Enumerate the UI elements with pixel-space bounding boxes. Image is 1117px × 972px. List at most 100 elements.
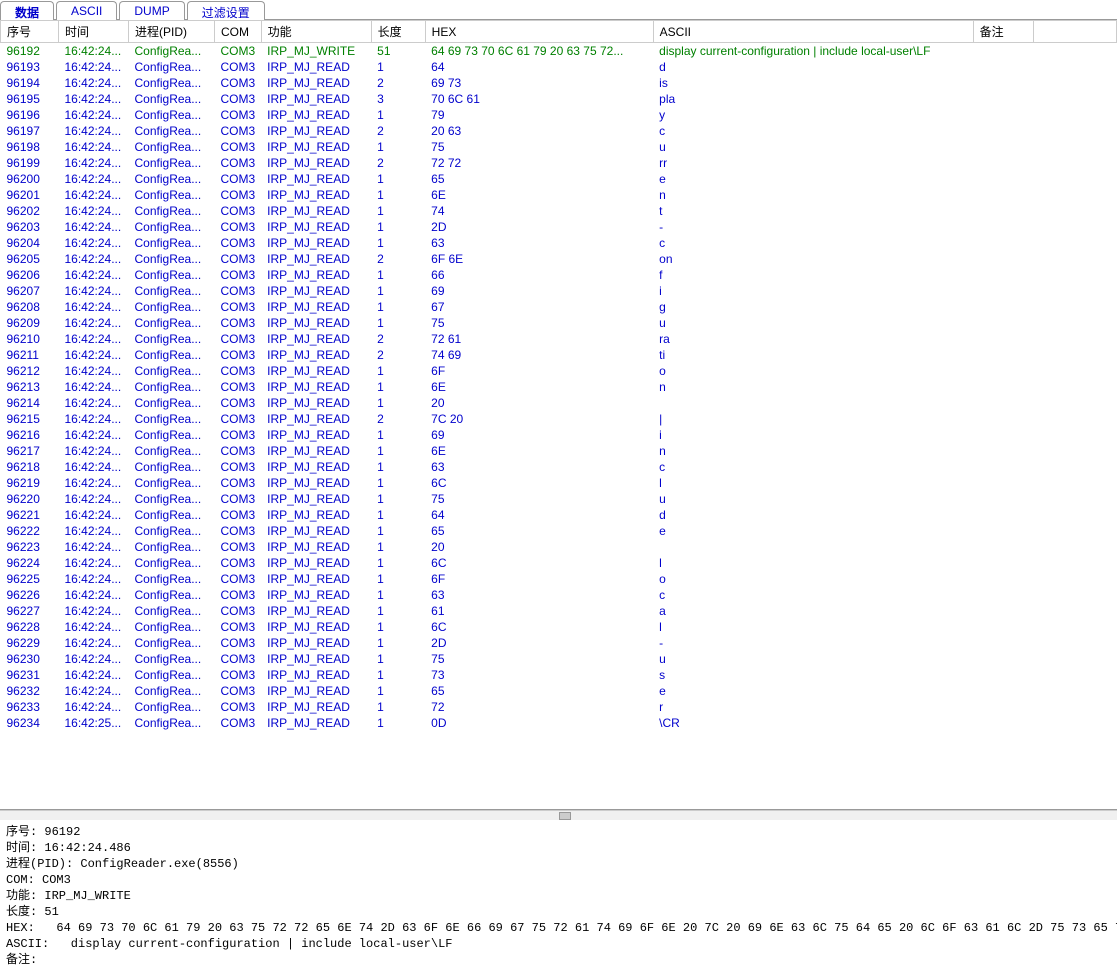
cell-remark bbox=[973, 683, 1033, 699]
cell-com: COM3 bbox=[215, 443, 262, 459]
table-row[interactable]: 9620316:42:24...ConfigRea...COM3IRP_MJ_R… bbox=[1, 219, 1117, 235]
table-row[interactable]: 9619816:42:24...ConfigRea...COM3IRP_MJ_R… bbox=[1, 139, 1117, 155]
cell-time: 16:42:24... bbox=[59, 235, 129, 251]
cell-len: 51 bbox=[371, 43, 425, 60]
table-row[interactable]: 9622516:42:24...ConfigRea...COM3IRP_MJ_R… bbox=[1, 571, 1117, 587]
tab-3[interactable]: 过滤设置 bbox=[187, 1, 265, 20]
cell-com: COM3 bbox=[215, 715, 262, 731]
col-com[interactable]: COM bbox=[215, 21, 262, 43]
cell-spacer bbox=[1033, 379, 1116, 395]
cell-func: IRP_MJ_READ bbox=[261, 603, 371, 619]
table-row[interactable]: 9620816:42:24...ConfigRea...COM3IRP_MJ_R… bbox=[1, 299, 1117, 315]
cell-ascii: n bbox=[653, 443, 973, 459]
cell-hex: 61 bbox=[425, 603, 653, 619]
table-row[interactable]: 9621716:42:24...ConfigRea...COM3IRP_MJ_R… bbox=[1, 443, 1117, 459]
table-row[interactable]: 9621416:42:24...ConfigRea...COM3IRP_MJ_R… bbox=[1, 395, 1117, 411]
table-row[interactable]: 9619516:42:24...ConfigRea...COM3IRP_MJ_R… bbox=[1, 91, 1117, 107]
table-row[interactable]: 9622616:42:24...ConfigRea...COM3IRP_MJ_R… bbox=[1, 587, 1117, 603]
table-row[interactable]: 9620416:42:24...ConfigRea...COM3IRP_MJ_R… bbox=[1, 235, 1117, 251]
table-row[interactable]: 9622916:42:24...ConfigRea...COM3IRP_MJ_R… bbox=[1, 635, 1117, 651]
cell-ascii: c bbox=[653, 123, 973, 139]
col-remark[interactable]: 备注 bbox=[973, 21, 1033, 43]
cell-hex: 63 bbox=[425, 459, 653, 475]
table-row[interactable]: 9622216:42:24...ConfigRea...COM3IRP_MJ_R… bbox=[1, 523, 1117, 539]
table-row[interactable]: 9620616:42:24...ConfigRea...COM3IRP_MJ_R… bbox=[1, 267, 1117, 283]
cell-ascii: n bbox=[653, 187, 973, 203]
scrollbar-thumb[interactable] bbox=[559, 812, 571, 820]
cell-spacer bbox=[1033, 491, 1116, 507]
col-ascii[interactable]: ASCII bbox=[653, 21, 973, 43]
table-row[interactable]: 9621516:42:24...ConfigRea...COM3IRP_MJ_R… bbox=[1, 411, 1117, 427]
tab-1[interactable]: ASCII bbox=[56, 1, 117, 20]
cell-len: 1 bbox=[371, 171, 425, 187]
table-row[interactable]: 9623216:42:24...ConfigRea...COM3IRP_MJ_R… bbox=[1, 683, 1117, 699]
cell-spacer bbox=[1033, 203, 1116, 219]
cell-ascii: r bbox=[653, 699, 973, 715]
table-row[interactable]: 9621216:42:24...ConfigRea...COM3IRP_MJ_R… bbox=[1, 363, 1117, 379]
table-row[interactable]: 9623316:42:24...ConfigRea...COM3IRP_MJ_R… bbox=[1, 699, 1117, 715]
cell-spacer bbox=[1033, 107, 1116, 123]
cell-time: 16:42:24... bbox=[59, 667, 129, 683]
cell-len: 1 bbox=[371, 299, 425, 315]
table-row[interactable]: 9621016:42:24...ConfigRea...COM3IRP_MJ_R… bbox=[1, 331, 1117, 347]
cell-hex: 2D bbox=[425, 219, 653, 235]
table-row[interactable]: 9620016:42:24...ConfigRea...COM3IRP_MJ_R… bbox=[1, 171, 1117, 187]
col-seq[interactable]: 序号 bbox=[1, 21, 59, 43]
table-row[interactable]: 9620916:42:24...ConfigRea...COM3IRP_MJ_R… bbox=[1, 315, 1117, 331]
cell-com: COM3 bbox=[215, 123, 262, 139]
col-len[interactable]: 长度 bbox=[371, 21, 425, 43]
cell-remark bbox=[973, 459, 1033, 475]
cell-hex: 69 bbox=[425, 427, 653, 443]
table-row[interactable]: 9622416:42:24...ConfigRea...COM3IRP_MJ_R… bbox=[1, 555, 1117, 571]
cell-hex: 75 bbox=[425, 315, 653, 331]
col-func[interactable]: 功能 bbox=[261, 21, 371, 43]
cell-spacer bbox=[1033, 443, 1116, 459]
table-row[interactable]: 9623116:42:24...ConfigRea...COM3IRP_MJ_R… bbox=[1, 667, 1117, 683]
table-row[interactable]: 9619216:42:24...ConfigRea...COM3IRP_MJ_W… bbox=[1, 43, 1117, 60]
cell-seq: 96195 bbox=[1, 91, 59, 107]
col-time[interactable]: 时间 bbox=[59, 21, 129, 43]
table-row[interactable]: 9621616:42:24...ConfigRea...COM3IRP_MJ_R… bbox=[1, 427, 1117, 443]
table-row[interactable]: 9622816:42:24...ConfigRea...COM3IRP_MJ_R… bbox=[1, 619, 1117, 635]
cell-func: IRP_MJ_READ bbox=[261, 491, 371, 507]
table-row[interactable]: 9623016:42:24...ConfigRea...COM3IRP_MJ_R… bbox=[1, 651, 1117, 667]
cell-len: 1 bbox=[371, 715, 425, 731]
col-proc[interactable]: 进程(PID) bbox=[129, 21, 215, 43]
table-row[interactable]: 9621116:42:24...ConfigRea...COM3IRP_MJ_R… bbox=[1, 347, 1117, 363]
data-table-wrap[interactable]: 序号 时间 进程(PID) COM 功能 长度 HEX ASCII 备注 961… bbox=[0, 20, 1117, 810]
col-hex[interactable]: HEX bbox=[425, 21, 653, 43]
cell-proc: ConfigRea... bbox=[129, 459, 215, 475]
cell-func: IRP_MJ_READ bbox=[261, 283, 371, 299]
table-row[interactable]: 9620116:42:24...ConfigRea...COM3IRP_MJ_R… bbox=[1, 187, 1117, 203]
table-row[interactable]: 9622116:42:24...ConfigRea...COM3IRP_MJ_R… bbox=[1, 507, 1117, 523]
table-row[interactable]: 9619716:42:24...ConfigRea...COM3IRP_MJ_R… bbox=[1, 123, 1117, 139]
table-row[interactable]: 9619316:42:24...ConfigRea...COM3IRP_MJ_R… bbox=[1, 59, 1117, 75]
cell-seq: 96218 bbox=[1, 459, 59, 475]
cell-spacer bbox=[1033, 555, 1116, 571]
table-row[interactable]: 9619916:42:24...ConfigRea...COM3IRP_MJ_R… bbox=[1, 155, 1117, 171]
table-row[interactable]: 9621816:42:24...ConfigRea...COM3IRP_MJ_R… bbox=[1, 459, 1117, 475]
table-row[interactable]: 9619616:42:24...ConfigRea...COM3IRP_MJ_R… bbox=[1, 107, 1117, 123]
tab-0[interactable]: 数据 bbox=[0, 1, 54, 20]
table-row[interactable]: 9622016:42:24...ConfigRea...COM3IRP_MJ_R… bbox=[1, 491, 1117, 507]
horizontal-scrollbar[interactable] bbox=[0, 810, 1117, 820]
cell-ascii: a bbox=[653, 603, 973, 619]
table-row[interactable]: 9621916:42:24...ConfigRea...COM3IRP_MJ_R… bbox=[1, 475, 1117, 491]
cell-hex: 65 bbox=[425, 683, 653, 699]
table-row[interactable]: 9620216:42:24...ConfigRea...COM3IRP_MJ_R… bbox=[1, 203, 1117, 219]
cell-len: 1 bbox=[371, 459, 425, 475]
cell-hex: 6F bbox=[425, 363, 653, 379]
cell-ascii: o bbox=[653, 363, 973, 379]
tab-2[interactable]: DUMP bbox=[119, 1, 184, 20]
cell-spacer bbox=[1033, 139, 1116, 155]
table-row[interactable]: 9621316:42:24...ConfigRea...COM3IRP_MJ_R… bbox=[1, 379, 1117, 395]
cell-seq: 96196 bbox=[1, 107, 59, 123]
table-row[interactable]: 9620716:42:24...ConfigRea...COM3IRP_MJ_R… bbox=[1, 283, 1117, 299]
table-row[interactable]: 9623416:42:25...ConfigRea...COM3IRP_MJ_R… bbox=[1, 715, 1117, 731]
table-row[interactable]: 9620516:42:24...ConfigRea...COM3IRP_MJ_R… bbox=[1, 251, 1117, 267]
table-row[interactable]: 9622716:42:24...ConfigRea...COM3IRP_MJ_R… bbox=[1, 603, 1117, 619]
cell-remark bbox=[973, 571, 1033, 587]
table-row[interactable]: 9622316:42:24...ConfigRea...COM3IRP_MJ_R… bbox=[1, 539, 1117, 555]
cell-proc: ConfigRea... bbox=[129, 123, 215, 139]
table-row[interactable]: 9619416:42:24...ConfigRea...COM3IRP_MJ_R… bbox=[1, 75, 1117, 91]
